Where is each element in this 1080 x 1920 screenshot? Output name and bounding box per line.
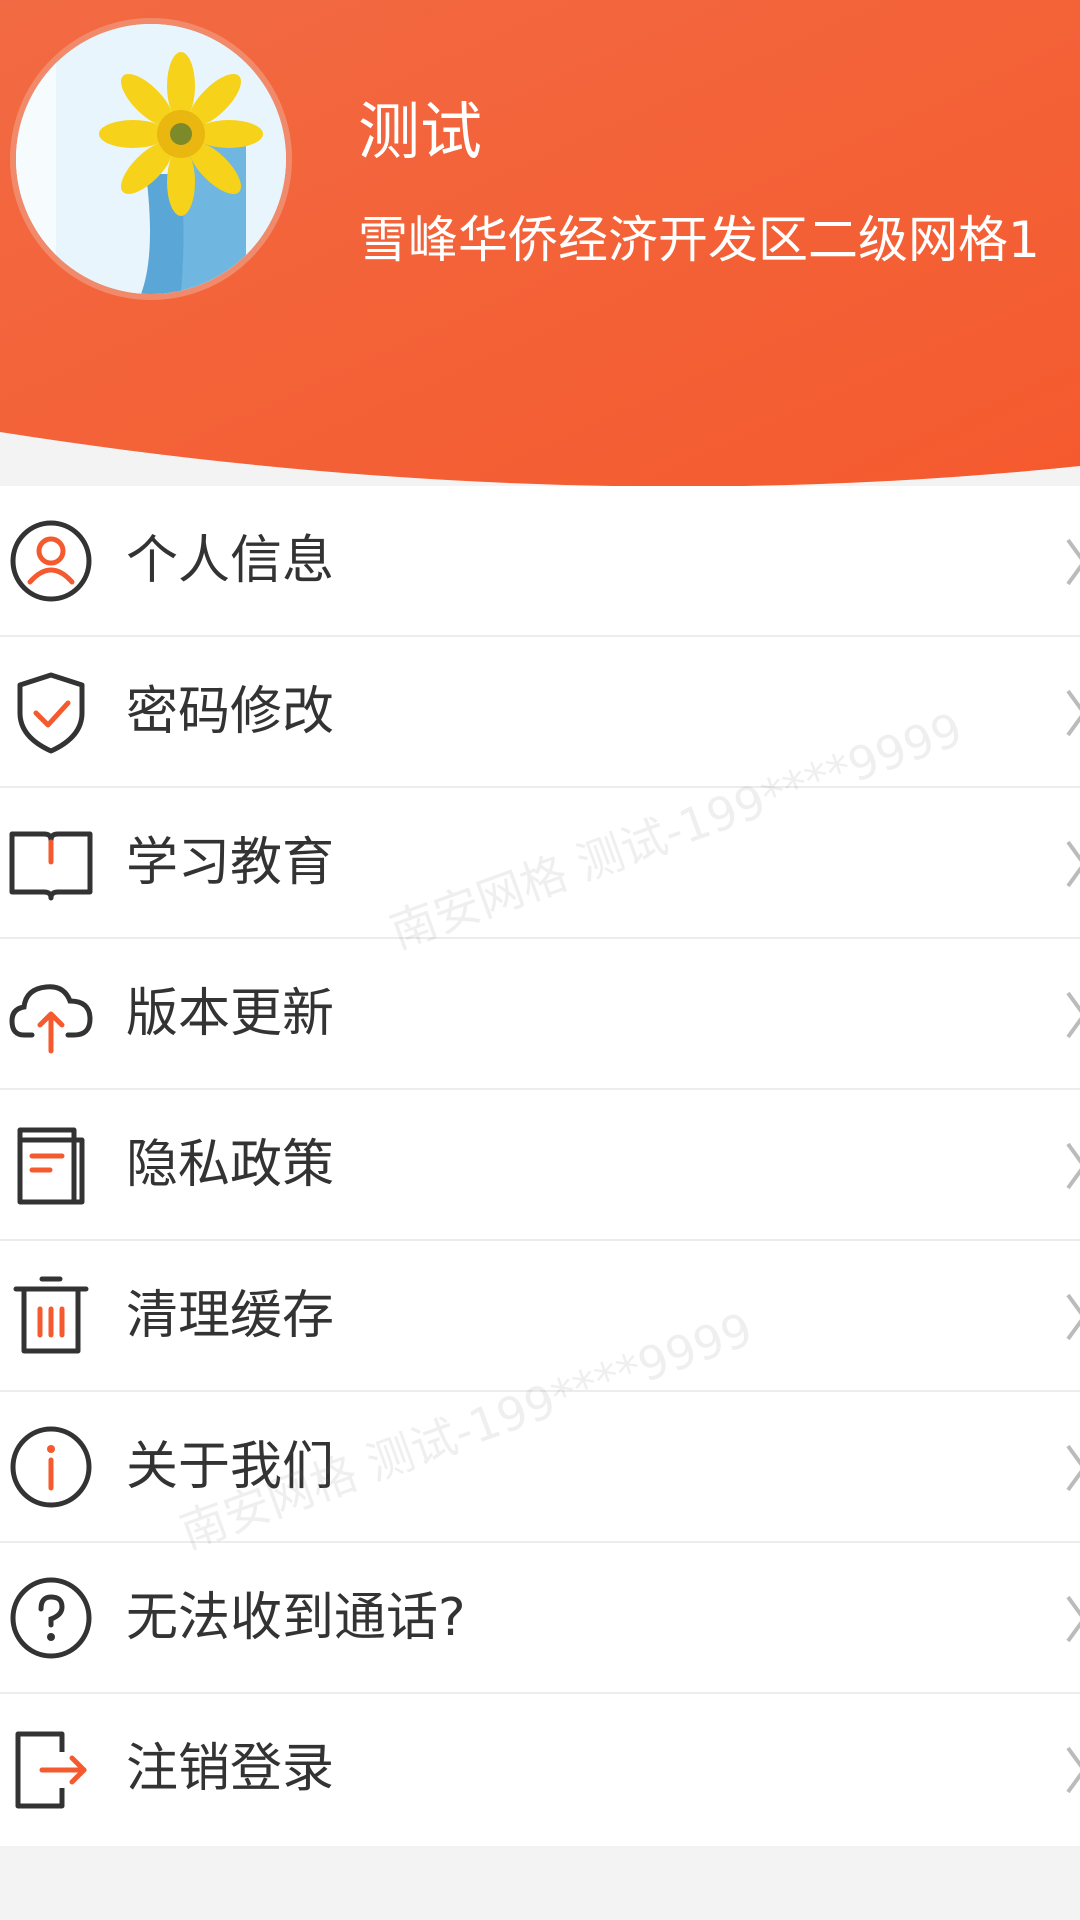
menu-label: 隐私政策 bbox=[126, 1135, 335, 1195]
info-icon bbox=[10, 1426, 92, 1508]
menu-item-version-update[interactable]: 版本更新 bbox=[0, 939, 1080, 1090]
menu-label: 密码修改 bbox=[126, 682, 335, 742]
avatar-image bbox=[16, 24, 286, 294]
cloud-upload-icon bbox=[9, 984, 93, 1054]
menu-item-learning-education[interactable]: 学习教育 bbox=[0, 788, 1080, 939]
menu-item-about-us[interactable]: 关于我们 bbox=[0, 1392, 1080, 1543]
chevron-right-icon bbox=[1066, 1746, 1080, 1794]
trash-icon bbox=[13, 1276, 89, 1354]
user-organization: 雪峰华侨经济开发区二级网格1 bbox=[358, 211, 1040, 269]
menu-item-call-help[interactable]: 无法收到通话? bbox=[0, 1543, 1080, 1694]
document-icon bbox=[17, 1127, 85, 1205]
menu-label: 注销登录 bbox=[126, 1739, 335, 1799]
logout-icon bbox=[15, 1731, 87, 1809]
book-icon bbox=[9, 831, 93, 901]
chevron-right-icon bbox=[1066, 840, 1080, 888]
menu-label: 关于我们 bbox=[126, 1437, 335, 1497]
settings-menu: 个人信息 密码修改 学习教育 版本更新 隐私政策 清理缓存 关于我们 无法收到通… bbox=[0, 486, 1080, 1846]
chevron-right-icon bbox=[1066, 1595, 1080, 1643]
chevron-right-icon bbox=[1066, 538, 1080, 586]
menu-item-personal-info[interactable]: 个人信息 bbox=[0, 486, 1080, 637]
help-icon bbox=[10, 1577, 92, 1659]
menu-label: 版本更新 bbox=[126, 984, 335, 1044]
shield-check-icon bbox=[17, 672, 85, 754]
avatar[interactable] bbox=[10, 18, 292, 300]
profile-header: 测试 雪峰华侨经济开发区二级网格1 bbox=[0, 0, 1080, 486]
chevron-right-icon bbox=[1066, 1142, 1080, 1190]
user-name: 测试 bbox=[358, 95, 483, 168]
menu-label: 清理缓存 bbox=[126, 1286, 335, 1346]
menu-item-change-password[interactable]: 密码修改 bbox=[0, 637, 1080, 788]
chevron-right-icon bbox=[1066, 1444, 1080, 1492]
menu-label: 学习教育 bbox=[126, 833, 335, 893]
menu-label: 无法收到通话? bbox=[126, 1588, 466, 1648]
menu-label: 个人信息 bbox=[126, 531, 335, 591]
chevron-right-icon bbox=[1066, 1293, 1080, 1341]
menu-item-privacy-policy[interactable]: 隐私政策 bbox=[0, 1090, 1080, 1241]
menu-item-clear-cache[interactable]: 清理缓存 bbox=[0, 1241, 1080, 1392]
chevron-right-icon bbox=[1066, 689, 1080, 737]
user-icon bbox=[10, 520, 92, 602]
menu-item-logout[interactable]: 注销登录 bbox=[0, 1694, 1080, 1846]
chevron-right-icon bbox=[1066, 991, 1080, 1039]
